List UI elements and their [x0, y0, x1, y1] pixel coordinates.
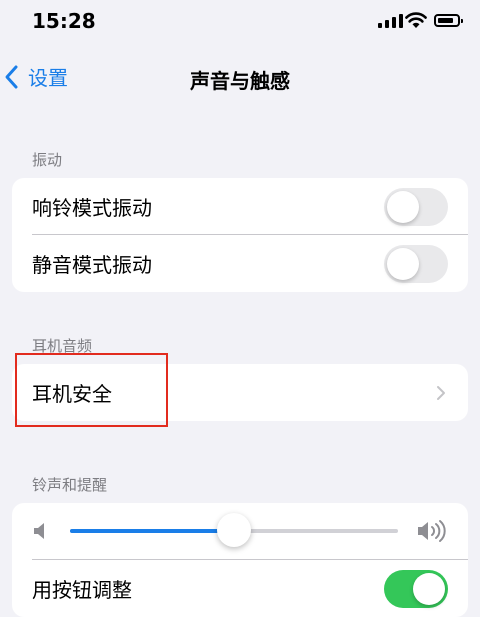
section-header-vibration: 振动 [32, 151, 63, 169]
status-bar: 15:28 [0, 0, 480, 44]
speaker-low-icon [34, 523, 44, 539]
ringtones-alerts-group: 用按钮调整 [12, 503, 468, 617]
wifi-icon [405, 12, 427, 28]
status-time: 15:28 [32, 9, 96, 33]
silent-vibration-toggle[interactable] [384, 244, 448, 283]
speaker-high-icon [418, 520, 446, 542]
page-title: 声音与触感 [190, 69, 290, 93]
chevron-right-icon [437, 386, 445, 400]
headphone-audio-group: 耳机安全 [12, 364, 468, 421]
row-ring-vibration-label: 响铃模式振动 [32, 196, 152, 220]
battery-icon [434, 14, 463, 27]
row-silent-vibration-label: 静音模式振动 [32, 253, 152, 277]
row-change-with-buttons: 用按钮调整 [12, 560, 468, 617]
volume-slider-row [12, 503, 468, 560]
volume-slider-thumb[interactable] [217, 513, 251, 547]
change-with-buttons-toggle[interactable] [384, 569, 448, 608]
row-change-with-buttons-label: 用按钮调整 [32, 578, 132, 602]
volume-slider-fill [70, 529, 234, 533]
volume-slider[interactable] [70, 513, 398, 547]
ring-vibration-toggle[interactable] [384, 187, 448, 226]
row-headphone-safety-label: 耳机安全 [32, 382, 112, 406]
row-headphone-safety[interactable]: 耳机安全 [12, 364, 468, 421]
section-header-ringtones-alerts: 铃声和提醒 [32, 476, 108, 494]
row-ring-vibration: 响铃模式振动 [12, 178, 468, 235]
toggle-knob [387, 247, 419, 280]
cellular-signal-icon [378, 14, 403, 28]
toggle-knob [387, 190, 419, 223]
section-header-headphone-audio: 耳机音频 [32, 337, 93, 355]
vibration-group: 响铃模式振动 静音模式振动 [12, 178, 468, 292]
navigation-bar: 设置 声音与触感 [0, 56, 480, 100]
row-silent-vibration: 静音模式振动 [12, 235, 468, 292]
toggle-knob [413, 572, 445, 605]
